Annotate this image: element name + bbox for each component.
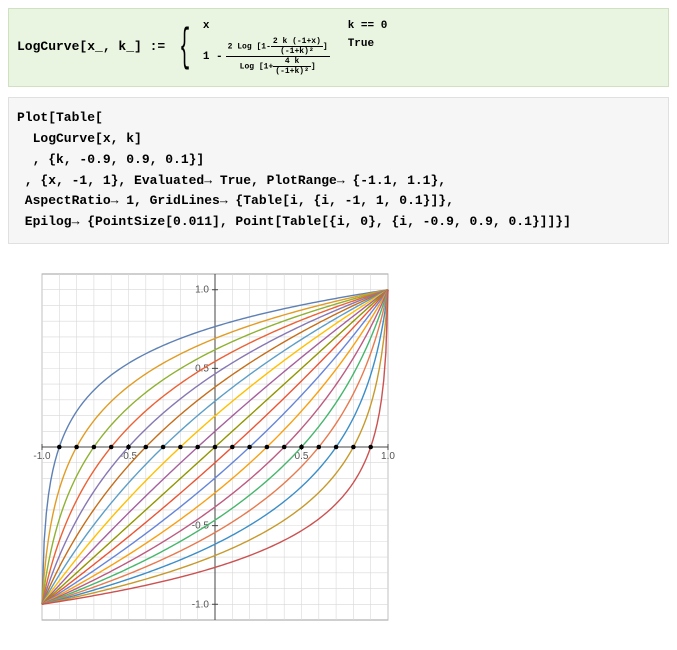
def-lhs: LogCurve[x_, k_] := bbox=[17, 39, 165, 56]
svg-text:1.0: 1.0 bbox=[381, 451, 395, 462]
epilog-point bbox=[178, 445, 183, 450]
piecewise-cond-0: k == 0 bbox=[348, 19, 388, 33]
epilog-point bbox=[247, 445, 252, 450]
piecewise-bracket: { bbox=[180, 28, 191, 68]
code-line: AspectRatio→ 1, GridLines→ {Table[i, {i,… bbox=[17, 191, 660, 212]
epilog-point bbox=[126, 445, 131, 450]
code-line: , {x, -1, 1}, Evaluated→ True, PlotRange… bbox=[17, 171, 660, 192]
epilog-point bbox=[92, 445, 97, 450]
code-line: LogCurve[x, k] bbox=[17, 129, 660, 150]
plot-svg: -1.0-0.50.51.0-1.0-0.50.51.0 bbox=[20, 252, 410, 642]
epilog-point bbox=[368, 445, 373, 450]
definition-cell: LogCurve[x_, k_] := { x k == 0 1 - 2 Log… bbox=[8, 8, 669, 87]
epilog-point bbox=[230, 445, 235, 450]
svg-text:1.0: 1.0 bbox=[195, 285, 209, 296]
code-line: Plot[Table[ bbox=[17, 108, 660, 129]
epilog-point bbox=[57, 445, 62, 450]
plot-output: -1.0-0.50.51.0-1.0-0.50.51.0 bbox=[20, 252, 669, 642]
plot-code-cell: Plot[Table[ LogCurve[x, k] , {k, -0.9, 0… bbox=[8, 97, 669, 244]
epilog-point bbox=[334, 445, 339, 450]
epilog-point bbox=[282, 445, 287, 450]
epilog-point bbox=[109, 445, 114, 450]
epilog-point bbox=[74, 445, 79, 450]
piecewise-grid: x k == 0 1 - 2 Log [1-2 k (-1+x)(-1+k)²]… bbox=[203, 19, 387, 76]
epilog-point bbox=[265, 445, 270, 450]
epilog-point bbox=[299, 445, 304, 450]
code-line: , {k, -0.9, 0.9, 0.1}] bbox=[17, 150, 660, 171]
code-line: Epilog→ {PointSize[0.011], Point[Table[{… bbox=[17, 212, 660, 233]
epilog-point bbox=[213, 445, 218, 450]
svg-text:-0.5: -0.5 bbox=[120, 451, 138, 462]
piecewise-expr-0: x bbox=[203, 19, 330, 33]
epilog-point bbox=[161, 445, 166, 450]
piecewise-expr-1: 1 - 2 Log [1-2 k (-1+x)(-1+k)²] Log [1+4… bbox=[203, 37, 330, 76]
epilog-point bbox=[351, 445, 356, 450]
epilog-point bbox=[317, 445, 322, 450]
svg-text:-1.0: -1.0 bbox=[33, 451, 51, 462]
piecewise-cond-1: True bbox=[348, 37, 388, 76]
epilog-point bbox=[195, 445, 200, 450]
svg-text:-1.0: -1.0 bbox=[192, 599, 210, 610]
epilog-point bbox=[144, 445, 149, 450]
